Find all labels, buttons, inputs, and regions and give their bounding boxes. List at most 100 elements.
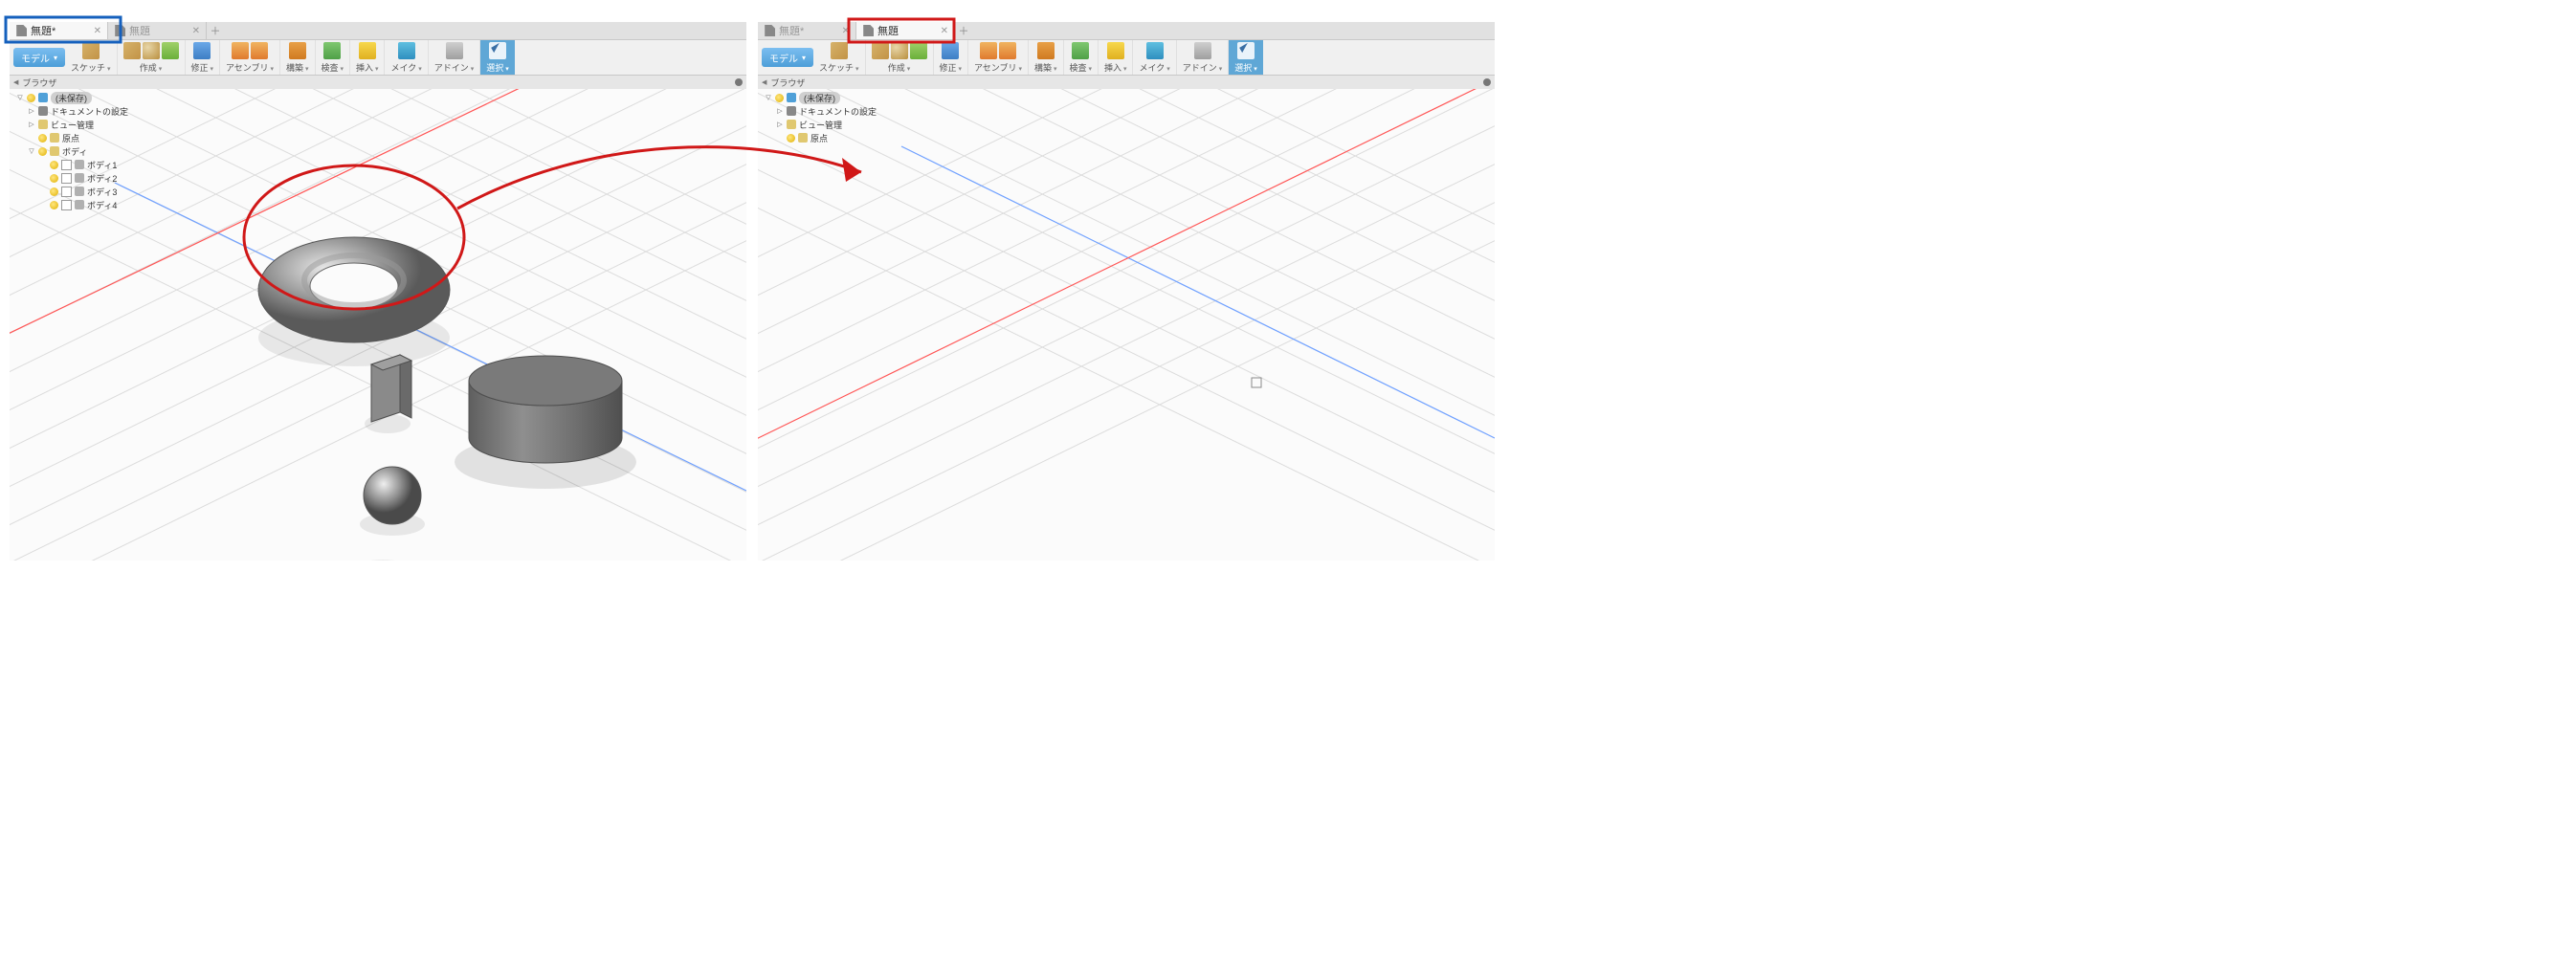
- box-icon[interactable]: [123, 42, 141, 59]
- body-sphere[interactable]: [364, 467, 421, 524]
- visibility-bulb-icon[interactable]: [775, 94, 784, 102]
- selection-checkbox[interactable]: [61, 200, 72, 210]
- wave-icon[interactable]: [323, 42, 341, 59]
- add-icon[interactable]: [446, 42, 463, 59]
- edit-icon[interactable]: [193, 42, 211, 59]
- toolbar-group-スケッチ[interactable]: スケッチ: [813, 40, 865, 75]
- tree-node[interactable]: ボディ1: [10, 158, 134, 171]
- doc-tab-inactive[interactable]: 無題* ✕: [758, 22, 856, 39]
- tree-node[interactable]: ドキュメントの設定: [10, 104, 134, 118]
- expand-icon[interactable]: [16, 94, 24, 101]
- close-icon[interactable]: ✕: [842, 26, 850, 36]
- workspace-switcher[interactable]: モデル: [13, 48, 65, 67]
- tree-node[interactable]: ボディ2: [10, 171, 134, 185]
- selection-checkbox[interactable]: [61, 173, 72, 184]
- ext-icon[interactable]: [162, 42, 179, 59]
- close-icon[interactable]: ✕: [192, 26, 200, 36]
- toolbar-group-修正[interactable]: 修正: [186, 40, 220, 75]
- tree-node[interactable]: 原点: [758, 131, 882, 144]
- close-icon[interactable]: ✕: [941, 26, 948, 36]
- pin-icon[interactable]: [735, 78, 743, 86]
- doc-tab-inactive[interactable]: 無題 ✕: [108, 22, 207, 39]
- asm-icon[interactable]: [980, 42, 997, 59]
- expand-icon[interactable]: [776, 107, 784, 115]
- tree-node[interactable]: ボディ: [10, 144, 134, 158]
- tree-node[interactable]: ビュー管理: [10, 118, 134, 131]
- body-cylinder[interactable]: [469, 356, 622, 463]
- expand-icon[interactable]: [28, 121, 35, 128]
- toolbar-group-選択[interactable]: 選択: [1229, 40, 1262, 75]
- mes-icon[interactable]: [1107, 42, 1124, 59]
- pin-icon[interactable]: [1483, 78, 1491, 86]
- visibility-bulb-icon[interactable]: [50, 174, 58, 183]
- browser-tree[interactable]: (未保存)ドキュメントの設定ビュー管理原点: [758, 89, 882, 146]
- visibility-bulb-icon[interactable]: [50, 201, 58, 209]
- toolbar-group-構築[interactable]: 構築: [1029, 40, 1063, 75]
- tree-node[interactable]: 原点: [10, 131, 134, 144]
- toolbar-group-修正[interactable]: 修正: [934, 40, 968, 75]
- toolbar-group-メイク[interactable]: メイク: [1133, 40, 1176, 75]
- box-icon[interactable]: [872, 42, 889, 59]
- wave-icon[interactable]: [1072, 42, 1089, 59]
- box-icon[interactable]: [82, 42, 100, 59]
- expand-icon[interactable]: [28, 147, 35, 155]
- tree-node[interactable]: ドキュメントの設定: [758, 104, 882, 118]
- tree-node[interactable]: ボディ4: [10, 198, 134, 211]
- selection-checkbox[interactable]: [61, 187, 72, 197]
- toolbar-group-アセンブリ[interactable]: アセンブリ: [968, 40, 1029, 75]
- toolbar-group-アドイン[interactable]: アドイン: [1177, 40, 1229, 75]
- viewport-canvas[interactable]: [758, 89, 1495, 561]
- new-tab-button[interactable]: ＋: [207, 22, 224, 39]
- toolbar-group-アセンブリ[interactable]: アセンブリ: [220, 40, 280, 75]
- toolbar-group-スケッチ[interactable]: スケッチ: [65, 40, 117, 75]
- toolbar-group-検査[interactable]: 検査: [1064, 40, 1099, 75]
- toolbar-group-作成[interactable]: 作成: [118, 40, 186, 75]
- sphere-icon[interactable]: [143, 42, 160, 59]
- ext-icon[interactable]: [910, 42, 927, 59]
- expand-icon[interactable]: [28, 107, 35, 115]
- close-icon[interactable]: ✕: [94, 26, 101, 36]
- add-icon[interactable]: [1194, 42, 1211, 59]
- make-icon[interactable]: [398, 42, 415, 59]
- sel-icon[interactable]: [1237, 42, 1255, 59]
- toolbar-group-選択[interactable]: 選択: [480, 40, 514, 75]
- browser-tree[interactable]: (未保存)ドキュメントの設定ビュー管理原点ボディボディ1ボディ2ボディ3ボディ4: [10, 89, 134, 213]
- plane-icon[interactable]: [1037, 42, 1055, 59]
- tree-root[interactable]: (未保存): [758, 91, 882, 104]
- toolbar-group-アドイン[interactable]: アドイン: [429, 40, 480, 75]
- visibility-bulb-icon[interactable]: [27, 94, 35, 102]
- tree-node[interactable]: ボディ3: [10, 185, 134, 198]
- doc-tab-active[interactable]: 無題* ✕: [10, 22, 108, 39]
- visibility-bulb-icon[interactable]: [38, 147, 47, 156]
- make-icon[interactable]: [1146, 42, 1164, 59]
- body-box[interactable]: [371, 355, 411, 422]
- new-tab-button[interactable]: ＋: [955, 22, 972, 39]
- visibility-bulb-icon[interactable]: [787, 134, 795, 143]
- expand-icon[interactable]: [765, 94, 772, 101]
- expand-icon[interactable]: [776, 121, 784, 128]
- sphere-icon[interactable]: [891, 42, 908, 59]
- asm-icon[interactable]: [251, 42, 268, 59]
- browser-header[interactable]: ◀ ブラウザ: [10, 76, 746, 90]
- visibility-bulb-icon[interactable]: [38, 134, 47, 143]
- asm-icon[interactable]: [999, 42, 1016, 59]
- workspace-switcher[interactable]: モデル: [762, 48, 813, 67]
- browser-header[interactable]: ◀ ブラウザ: [758, 76, 1495, 90]
- toolbar-group-構築[interactable]: 構築: [280, 40, 315, 75]
- toolbar-group-挿入[interactable]: 挿入: [350, 40, 385, 75]
- toolbar-group-挿入[interactable]: 挿入: [1099, 40, 1133, 75]
- visibility-bulb-icon[interactable]: [50, 187, 58, 196]
- selection-checkbox[interactable]: [61, 160, 72, 170]
- toolbar-group-メイク[interactable]: メイク: [385, 40, 428, 75]
- sel-icon[interactable]: [489, 42, 506, 59]
- asm-icon[interactable]: [232, 42, 249, 59]
- toolbar-group-作成[interactable]: 作成: [866, 40, 934, 75]
- visibility-bulb-icon[interactable]: [50, 161, 58, 169]
- doc-tab-active[interactable]: 無題 ✕: [856, 22, 955, 39]
- edit-icon[interactable]: [942, 42, 959, 59]
- tree-root[interactable]: (未保存): [10, 91, 134, 104]
- toolbar-group-検査[interactable]: 検査: [316, 40, 350, 75]
- box-icon[interactable]: [831, 42, 848, 59]
- body-torus[interactable]: [258, 237, 450, 342]
- plane-icon[interactable]: [289, 42, 306, 59]
